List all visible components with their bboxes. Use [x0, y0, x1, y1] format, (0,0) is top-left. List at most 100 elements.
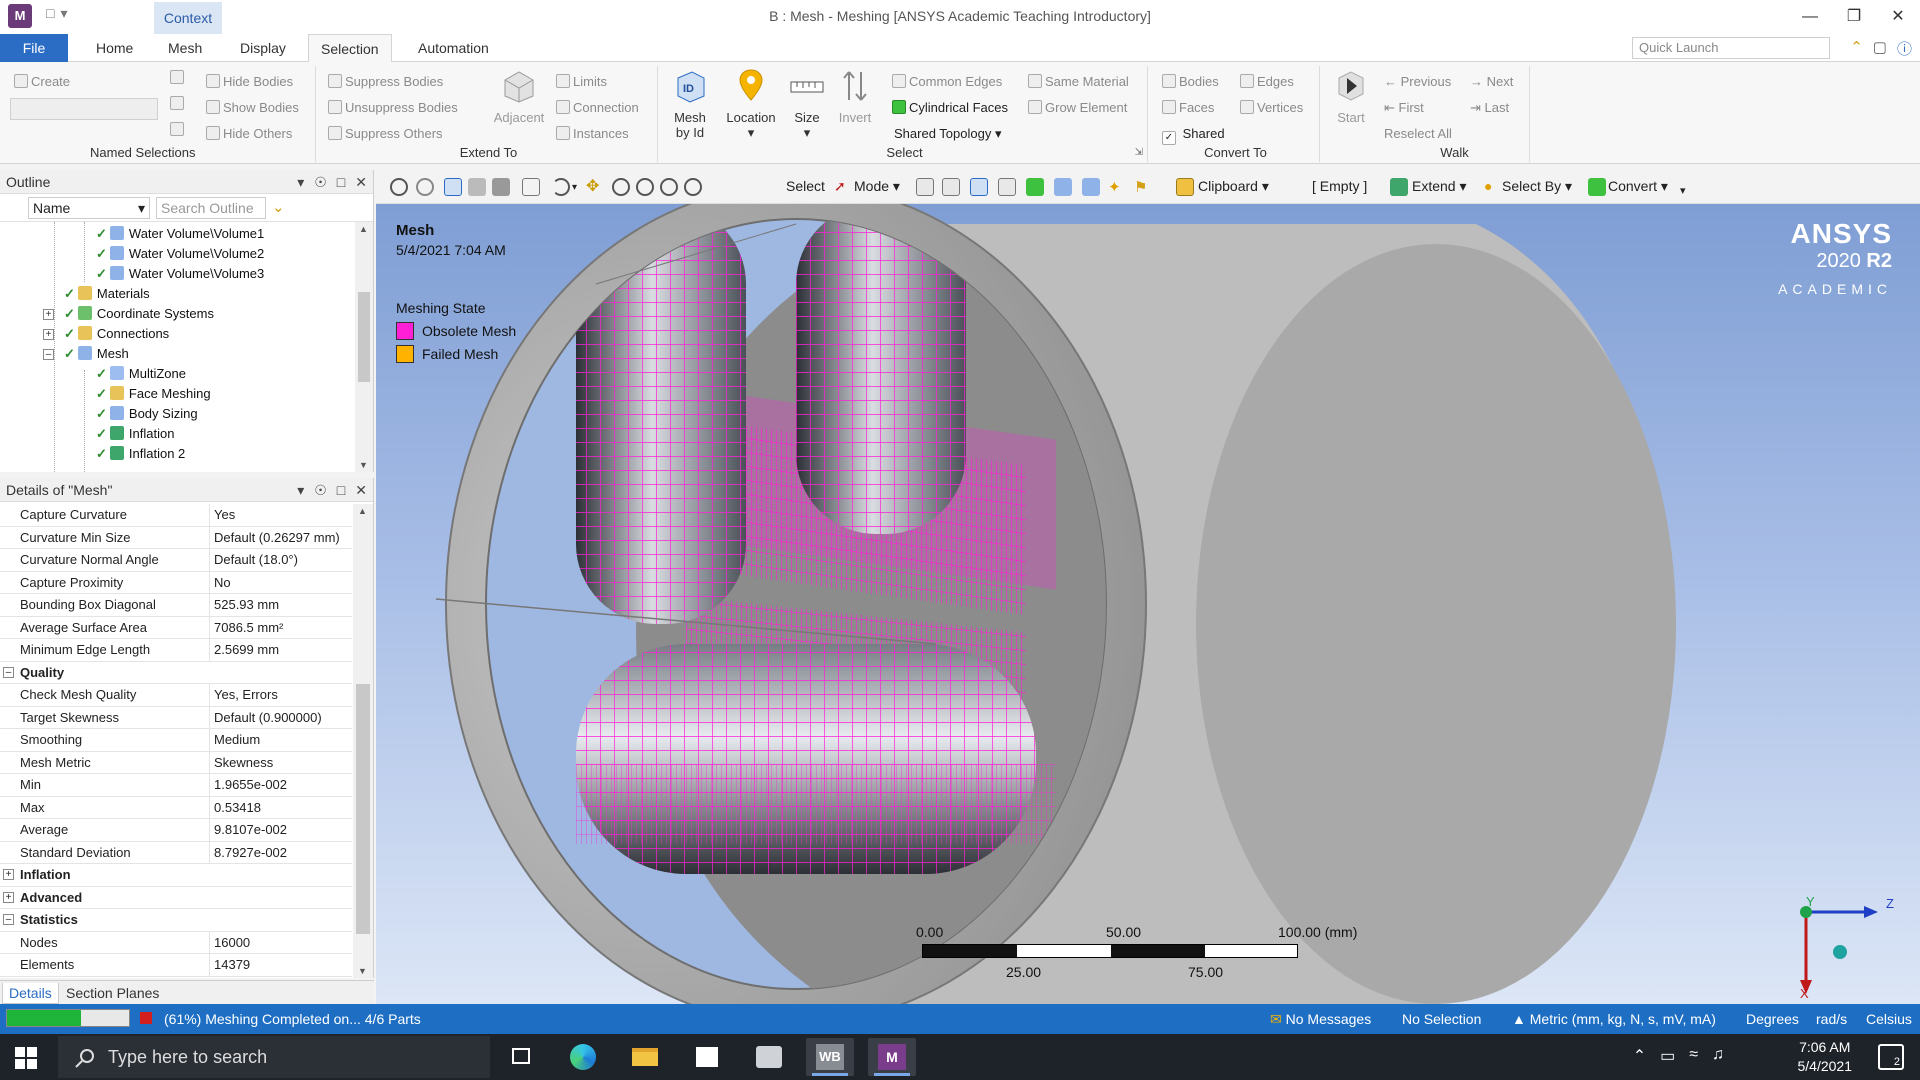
select-body-icon[interactable] [998, 178, 1016, 196]
details-row[interactable]: Bounding Box Diagonal 525.93 mm [0, 594, 352, 617]
expand-connections[interactable]: + [43, 329, 54, 340]
walk-previous-button[interactable]: ← Previous [1384, 74, 1451, 89]
shared-topology-dropdown[interactable]: Shared Topology ▾ [894, 126, 1001, 142]
mesh-geometry-canvas[interactable] [376, 204, 1920, 1004]
details-row[interactable]: Nodes 16000 [0, 931, 352, 954]
mesh-by-id-button[interactable]: ID Mesh by Id [666, 68, 714, 140]
search-outline-input[interactable]: Search Outline [156, 197, 266, 219]
walk-last-button[interactable]: ⇥ Last [1470, 100, 1509, 116]
details-row[interactable]: Capture Curvature Yes [0, 504, 352, 527]
tab-details[interactable]: Details [2, 983, 59, 1004]
scroll-up-icon[interactable]: ▲ [359, 224, 368, 234]
wifi-icon[interactable]: ≈ [1689, 1046, 1698, 1066]
battery-icon[interactable]: ▭ [1660, 1046, 1675, 1066]
walk-first-button[interactable]: ⇤ First [1384, 100, 1424, 116]
create-button[interactable]: Create [14, 74, 70, 89]
tree-item-materials[interactable]: ✓ Materials [64, 284, 150, 304]
convert-bodies-button[interactable]: Bodies [1162, 74, 1219, 89]
details-row[interactable]: Target Skewness Default (0.900000) [0, 706, 352, 729]
edge-browser-icon[interactable] [558, 1038, 606, 1076]
tree-item-mesh[interactable]: ✓ Mesh [64, 344, 129, 364]
temperature-units[interactable]: Celsius [1866, 1011, 1912, 1027]
windows-start-icon[interactable] [14, 1046, 38, 1070]
tab-automation[interactable]: Automation [406, 34, 501, 62]
limits-button[interactable]: Limits [556, 74, 607, 89]
expand-coordinate-systems[interactable]: + [43, 309, 54, 320]
hide-others-button[interactable]: Hide Others [206, 126, 292, 141]
tag-icon[interactable]: ⚑ [1134, 178, 1152, 196]
notifications-icon[interactable]: 2 [1878, 1044, 1904, 1070]
details-row[interactable]: Max 0.53418 [0, 796, 352, 819]
shared-checkbox[interactable]: ✓ Shared [1162, 126, 1225, 145]
tree-item-face-meshing[interactable]: ✓ Face Meshing [96, 384, 211, 404]
expand-icon[interactable]: + [3, 869, 14, 880]
select-vertex-icon[interactable] [916, 178, 934, 196]
collapse-icon[interactable]: – [3, 666, 14, 678]
tab-file[interactable]: File [0, 34, 68, 62]
tree-item-inflation-2[interactable]: ✓ Inflation 2 [96, 444, 185, 464]
suppress-others-button[interactable]: Suppress Others [328, 126, 443, 141]
extend-dropdown[interactable]: Extend ▾ [1412, 178, 1467, 195]
tree-item-inflation[interactable]: ✓ Inflation [96, 424, 174, 444]
pan-icon[interactable]: ✥ [586, 176, 604, 195]
axis-triad[interactable]: Y Z X [1760, 894, 1920, 1004]
details-row[interactable]: Minimum Edge Length 2.5699 mm [0, 639, 352, 662]
tab-home[interactable]: Home [84, 34, 145, 62]
ns-action-icon-3[interactable] [170, 122, 187, 137]
scroll-down-icon[interactable]: ▼ [359, 460, 368, 470]
close-icon[interactable]: ✕ [355, 170, 367, 194]
convert-vertices-button[interactable]: Vertices [1240, 100, 1303, 115]
details-row[interactable]: Mesh Metric Skewness [0, 751, 352, 774]
selection-box-icon[interactable] [522, 178, 540, 196]
hide-bodies-button[interactable]: Hide Bodies [206, 74, 293, 89]
select-element-icon[interactable] [1082, 178, 1100, 196]
shaded-view-icon[interactable] [468, 178, 486, 196]
select-label[interactable]: Select [786, 178, 825, 194]
window-icon[interactable]: ▢ [1873, 38, 1887, 59]
display-mode-icon[interactable] [492, 178, 510, 196]
zoom-icon[interactable] [612, 178, 630, 196]
convert-dropdown[interactable]: Convert ▾ [1608, 178, 1668, 195]
same-material-button[interactable]: Same Material [1028, 74, 1129, 89]
messages-status[interactable]: ✉ No Messages [1270, 1011, 1371, 1028]
details-row[interactable]: Check Mesh Quality Yes, Errors [0, 684, 352, 707]
dialog-launcher-icon[interactable]: ⇲ [1135, 147, 1143, 158]
taskbar-search[interactable]: Type here to search [58, 1036, 490, 1078]
details-row[interactable]: Capture Proximity No [0, 571, 352, 594]
tree-item-volume2[interactable]: ✓ Water Volume\Volume2 [96, 244, 264, 264]
size-button[interactable]: Size ▾ [786, 68, 828, 141]
grow-element-button[interactable]: Grow Element [1028, 100, 1127, 115]
mode-dropdown[interactable]: Mode ▾ [854, 178, 900, 195]
collapse-mesh[interactable]: – [43, 349, 54, 360]
volume-icon[interactable]: ♫ [1712, 1046, 1724, 1066]
reselect-all-button[interactable]: Reselect All [1384, 126, 1452, 141]
ns-action-icon-2[interactable] [170, 96, 187, 111]
details-row[interactable]: Average 9.8107e-002 [0, 819, 352, 842]
tree-item-multizone[interactable]: ✓ MultiZone [96, 364, 186, 384]
outline-scrollbar[interactable]: ▲ ▼ [355, 222, 373, 472]
adjacent-button[interactable]: Adjacent [488, 68, 550, 125]
filter-icon[interactable]: ⌄ [272, 198, 285, 216]
workbench-launcher-icon[interactable] [744, 1038, 792, 1076]
magnifier-icon[interactable] [684, 178, 702, 196]
maximize-icon[interactable]: □ [337, 478, 345, 502]
tree-item-coordinate-systems[interactable]: ✓ Coordinate Systems [64, 304, 214, 324]
tree-item-volume3[interactable]: ✓ Water Volume\Volume3 [96, 264, 264, 284]
graphics-viewport[interactable]: Mesh 5/4/2021 7:04 AM Meshing State Obso… [376, 204, 1920, 1004]
select-edge-icon[interactable] [942, 178, 960, 196]
connection-button[interactable]: Connection [556, 100, 639, 115]
panel-menu-icon[interactable]: ▾ [297, 478, 304, 502]
tree-item-connections[interactable]: ✓ Connections [64, 324, 169, 344]
tray-chevron-icon[interactable]: ⌃ [1633, 1046, 1646, 1066]
collapse-icon[interactable]: – [3, 914, 14, 925]
details-row[interactable]: Smoothing Medium [0, 729, 352, 752]
tree-item-body-sizing[interactable]: ✓ Body Sizing [96, 404, 198, 424]
scroll-up-icon[interactable]: ▲ [358, 506, 367, 516]
zoom-out-icon[interactable] [416, 178, 434, 196]
walk-start-button[interactable]: Start [1328, 68, 1374, 125]
minimize-icon[interactable]: — [1788, 0, 1832, 34]
units-status[interactable]: ▲ Metric (mm, kg, N, s, mV, mA) [1512, 1011, 1716, 1027]
section-advanced[interactable]: + Advanced [0, 887, 352, 909]
select-element-face-icon[interactable] [1054, 178, 1072, 196]
panel-menu-icon[interactable]: ▾ [297, 170, 304, 194]
